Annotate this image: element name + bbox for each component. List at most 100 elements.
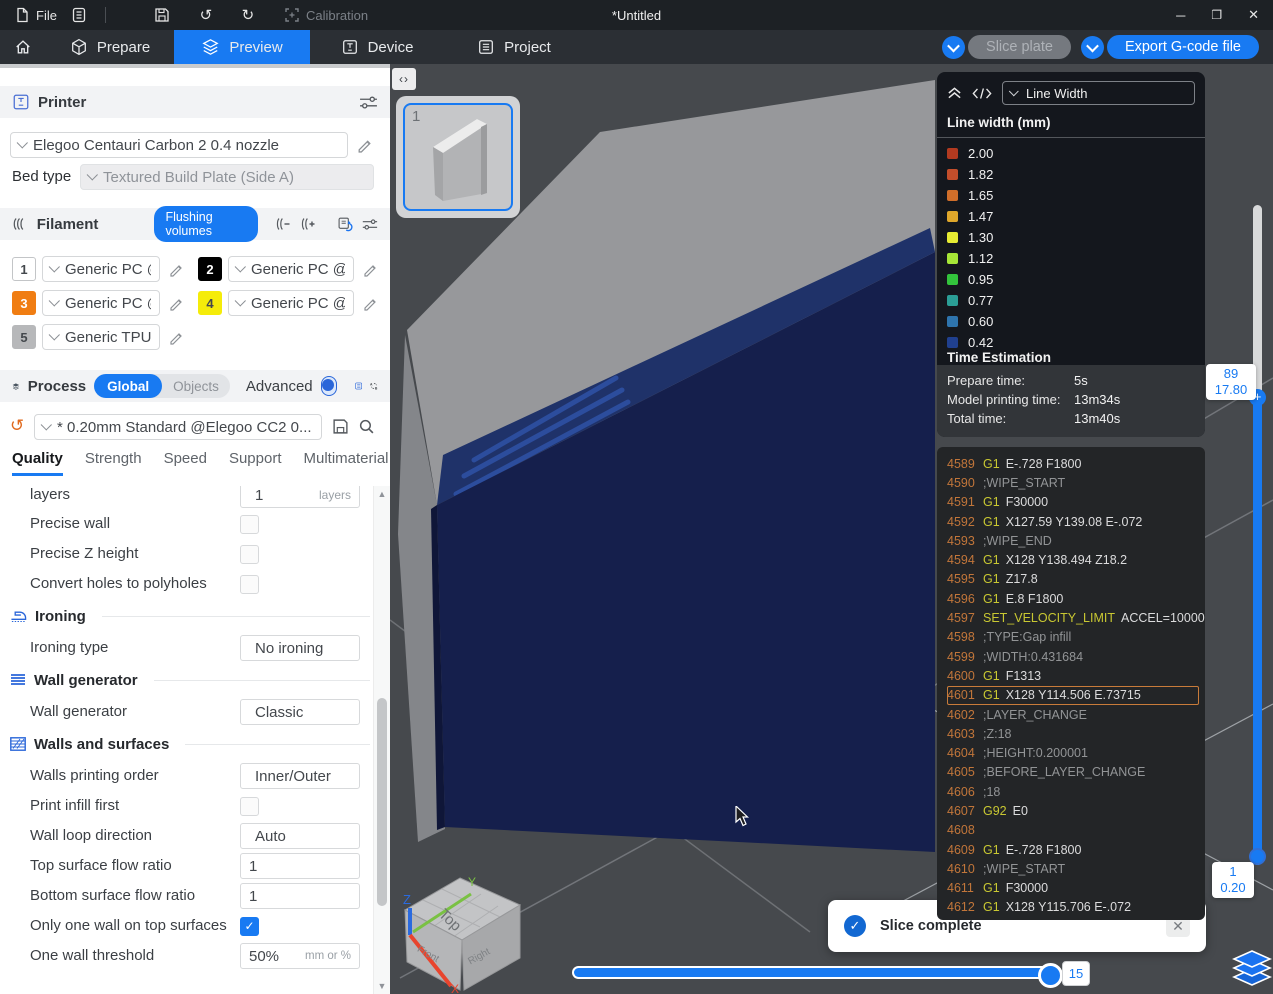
- filament-color-chip[interactable]: 3: [12, 291, 36, 315]
- gcode-line[interactable]: 4598 ;TYPE:Gap infill: [947, 628, 1205, 647]
- compare-presets-icon[interactable]: AB: [370, 377, 378, 395]
- gcode-line[interactable]: 4600 G1 F1313: [947, 666, 1205, 685]
- scope-objects[interactable]: Objects: [162, 379, 230, 394]
- checkbox-unchecked[interactable]: [240, 544, 259, 564]
- setting-select[interactable]: 1 layers: [240, 486, 360, 508]
- search-preset-icon[interactable]: [356, 416, 376, 436]
- filament-settings-icon[interactable]: [362, 217, 378, 232]
- process-tab-speed[interactable]: Speed: [164, 450, 207, 476]
- slice-plate-button[interactable]: Slice plate: [968, 35, 1071, 59]
- gcode-line[interactable]: 4605 ;BEFORE_LAYER_CHANGE: [947, 763, 1205, 782]
- filament-edit-icon[interactable]: [360, 293, 380, 313]
- filament-preset-select[interactable]: Generic PC @E...: [42, 256, 160, 282]
- gcode-line[interactable]: 4604 ;HEIGHT:0.200001: [947, 743, 1205, 762]
- gcode-line[interactable]: 4608: [947, 821, 1205, 840]
- home-button[interactable]: [0, 30, 46, 64]
- scope-global[interactable]: Global: [94, 374, 163, 398]
- export-gcode-button[interactable]: Export G-code file: [1106, 35, 1259, 59]
- gcode-viewer[interactable]: 4589 G1 E-.728 F1800 4590 ;WIPE_START 4591 G1 F…: [937, 447, 1205, 920]
- flushing-volumes-button[interactable]: Flushing volumes: [154, 206, 258, 242]
- gcode-view-icon[interactable]: [972, 87, 992, 100]
- export-options-chevron[interactable]: [1080, 35, 1104, 59]
- checkbox-checked[interactable]: ✓: [240, 916, 259, 936]
- parameter-table-icon[interactable]: [354, 377, 362, 395]
- scroll-down-icon[interactable]: ▼: [374, 981, 390, 991]
- filament-color-chip[interactable]: 2: [198, 257, 222, 281]
- minimize-button[interactable]: ─: [1176, 8, 1185, 23]
- gcode-line[interactable]: 4597 SET_VELOCITY_LIMIT ACCEL=10000: [947, 608, 1205, 627]
- gcode-line[interactable]: 4596 G1 E.8 F1800: [947, 589, 1205, 608]
- process-tab-support[interactable]: Support: [229, 450, 282, 476]
- setting-select[interactable]: Auto: [240, 823, 360, 849]
- bed-type-select[interactable]: Textured Build Plate (Side A): [80, 164, 374, 190]
- gcode-line[interactable]: 4603 ;Z:18: [947, 724, 1205, 743]
- undo-icon[interactable]: ↺: [198, 7, 214, 24]
- process-scope-toggle[interactable]: Global Objects: [94, 374, 230, 398]
- tab-device[interactable]: Device: [310, 30, 444, 64]
- redo-icon[interactable]: ↻: [240, 7, 256, 24]
- setting-input[interactable]: 1: [240, 883, 360, 909]
- filament-preset-select[interactable]: Generic PC @Ele...: [228, 256, 354, 282]
- filament-edit-icon[interactable]: [166, 259, 186, 279]
- tab-preview[interactable]: Preview: [174, 30, 310, 64]
- filament-preset-select[interactable]: Generic PC @Ele...: [228, 290, 354, 316]
- gcode-line[interactable]: 4610 ;WIPE_START: [947, 859, 1205, 878]
- filament-color-chip[interactable]: 5: [12, 325, 36, 349]
- orientation-cube[interactable]: Z Y X Top Front Right: [398, 872, 523, 994]
- sync-filament-icon[interactable]: [337, 215, 354, 234]
- gcode-line[interactable]: 4593 ;WIPE_END: [947, 531, 1205, 550]
- filament-color-chip[interactable]: 1: [12, 257, 36, 281]
- collapse-panel-icon[interactable]: [947, 86, 962, 100]
- gcode-line[interactable]: 4594 G1 X128 Y138.494 Z18.2: [947, 550, 1205, 569]
- remove-filament-icon[interactable]: [274, 216, 291, 232]
- gcode-line[interactable]: 4590 ;WIPE_START: [947, 473, 1205, 492]
- gcode-line[interactable]: 4612 G1 X128 Y115.706 E-.072: [947, 898, 1205, 917]
- save-preset-icon[interactable]: [330, 416, 350, 436]
- gcode-line[interactable]: 4589 G1 E-.728 F1800: [947, 454, 1205, 473]
- scrollbar-thumb[interactable]: [376, 698, 387, 906]
- setting-input[interactable]: 50% mm or %: [240, 943, 360, 969]
- gcode-line[interactable]: 4606 ;18: [947, 782, 1205, 801]
- view-mode-select[interactable]: Line Width: [1002, 81, 1195, 105]
- gcode-line[interactable]: 4611 G1 F30000: [947, 879, 1205, 898]
- scroll-up-icon[interactable]: ▲: [374, 489, 390, 499]
- move-slider-handle[interactable]: [1038, 963, 1063, 988]
- filament-edit-icon[interactable]: [166, 327, 186, 347]
- reset-preset-icon[interactable]: ↺: [10, 416, 24, 436]
- setting-input[interactable]: 1: [240, 853, 360, 879]
- save-icon[interactable]: [154, 7, 170, 23]
- calibration-menu[interactable]: Calibration: [284, 7, 368, 23]
- filament-edit-icon[interactable]: [360, 259, 380, 279]
- printer-settings-icon[interactable]: [359, 95, 378, 110]
- gcode-line[interactable]: 4591 G1 F30000: [947, 493, 1205, 512]
- filament-preset-select[interactable]: Generic PC @E...: [42, 290, 160, 316]
- add-filament-icon[interactable]: [299, 216, 316, 232]
- slice-options-chevron[interactable]: [942, 35, 966, 59]
- close-button[interactable]: ✕: [1248, 7, 1259, 23]
- printer-preset-select[interactable]: Elegoo Centauri Carbon 2 0.4 nozzle: [10, 132, 348, 158]
- advanced-toggle[interactable]: [320, 376, 337, 396]
- process-preset-select[interactable]: * 0.20mm Standard @Elegoo CC2 0...: [34, 414, 322, 440]
- checkbox-unchecked[interactable]: [240, 574, 259, 594]
- gcode-line[interactable]: 4592 G1 X127.59 Y139.08 E-.072: [947, 512, 1205, 531]
- gcode-line[interactable]: 4602 ;LAYER_CHANGE: [947, 705, 1205, 724]
- setting-select[interactable]: Classic: [240, 699, 360, 725]
- setting-select[interactable]: No ironing: [240, 635, 360, 661]
- file-menu[interactable]: File: [14, 7, 57, 23]
- tab-prepare[interactable]: Prepare: [46, 30, 174, 64]
- setting-select[interactable]: Inner/Outer: [240, 763, 360, 789]
- process-tab-strength[interactable]: Strength: [85, 450, 142, 476]
- maximize-button[interactable]: ❐: [1211, 8, 1222, 22]
- notes-icon[interactable]: [71, 7, 87, 23]
- filament-preset-select[interactable]: Generic TPU: [42, 324, 160, 350]
- settings-scrollbar[interactable]: ▲ ▼: [373, 486, 390, 994]
- gcode-line[interactable]: 4607 G92 E0: [947, 801, 1205, 820]
- filament-color-chip[interactable]: 4: [198, 291, 222, 315]
- filament-edit-icon[interactable]: [166, 293, 186, 313]
- sidebar-collapse-button[interactable]: ‹›: [392, 68, 416, 90]
- plate-thumbnail[interactable]: 1: [396, 96, 520, 218]
- gcode-line[interactable]: 4595 G1 Z17.8: [947, 570, 1205, 589]
- gcode-line[interactable]: 4599 ;WIDTH:0.431684: [947, 647, 1205, 666]
- process-tab-multimaterial[interactable]: Multimaterial: [304, 450, 389, 476]
- printer-edit-icon[interactable]: [354, 134, 374, 154]
